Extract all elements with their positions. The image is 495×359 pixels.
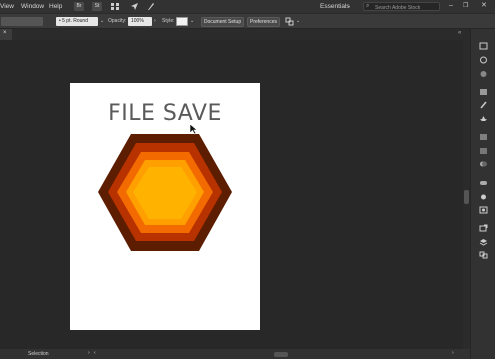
bridge-button[interactable]: Br — [74, 2, 84, 11]
preferences-button[interactable]: Preferences — [247, 17, 280, 27]
document-tab-bar: × « — [0, 29, 470, 40]
image-trace-icon[interactable] — [479, 206, 488, 214]
appearance-icon[interactable] — [479, 179, 488, 187]
minimize-icon[interactable]: – — [449, 2, 453, 9]
stroke-profile-value: 5 pt. Round — [62, 18, 88, 24]
right-panel-dock — [470, 29, 495, 359]
chevron-right-icon[interactable]: › — [88, 350, 90, 356]
chevron-down-icon[interactable]: ⌄ — [100, 18, 104, 24]
send-icon[interactable] — [130, 2, 139, 13]
menu-bar: View Window Help Br St Essentials ⌄ ⌕ Se… — [0, 0, 495, 13]
canvas-area[interactable]: FILE SAVE — [0, 40, 470, 349]
scrollbar-thumb[interactable] — [464, 190, 469, 204]
document-tab[interactable]: × — [0, 29, 12, 40]
scroll-right-icon[interactable]: › — [452, 350, 454, 356]
document-setup-button[interactable]: Document Setup — [201, 17, 244, 27]
properties-icon[interactable] — [479, 42, 488, 50]
stock-search-input[interactable]: ⌕ Search Adobe Stock — [363, 2, 440, 11]
color-icon[interactable] — [479, 56, 488, 64]
workspace-grid-icon[interactable] — [110, 2, 120, 11]
opacity-label[interactable]: Opacity: — [108, 18, 126, 24]
export-icon[interactable] — [479, 224, 488, 232]
vertical-scrollbar[interactable] — [463, 40, 470, 349]
brush-icon[interactable] — [146, 2, 155, 13]
collapse-panel-icon[interactable]: « — [458, 30, 461, 36]
opacity-input[interactable]: 100% — [128, 17, 152, 26]
style-label: Style: — [162, 18, 175, 24]
menu-window[interactable]: Window — [21, 3, 44, 10]
chevron-right-icon[interactable]: › — [154, 18, 156, 24]
stroke-icon[interactable] — [479, 133, 488, 141]
search-placeholder: Search Adobe Stock — [375, 4, 421, 11]
layers-icon[interactable] — [479, 238, 488, 246]
brushes-icon[interactable] — [479, 101, 488, 109]
current-tool-status[interactable]: Selection — [28, 351, 49, 357]
menu-view[interactable]: View — [0, 3, 14, 10]
transparency-icon[interactable] — [479, 160, 488, 168]
chevron-down-icon[interactable]: ⌄ — [190, 18, 194, 24]
stroke-profile-select[interactable]: • 5 pt. Round — [56, 17, 98, 26]
chevron-down-icon[interactable]: ⌄ — [296, 18, 300, 24]
search-icon: ⌕ — [366, 3, 370, 9]
fill-stroke-swatch[interactable] — [1, 17, 43, 26]
chevron-down-icon: ⌄ — [347, 3, 352, 9]
artboard[interactable]: FILE SAVE — [70, 83, 260, 330]
close-icon[interactable]: ✕ — [481, 1, 487, 9]
style-swatch[interactable] — [176, 17, 188, 26]
arrange-icon[interactable] — [285, 17, 294, 28]
restore-icon[interactable]: ❐ — [463, 2, 468, 9]
artboards-icon[interactable] — [479, 251, 488, 259]
horizontal-scrollbar-thumb[interactable] — [274, 352, 288, 357]
gradient-icon[interactable] — [479, 147, 488, 155]
stock-button[interactable]: St — [92, 2, 102, 11]
symbols-icon[interactable] — [479, 115, 488, 123]
workspace-switcher[interactable]: Essentials — [320, 3, 350, 10]
chevron-left-icon[interactable]: ‹ — [94, 350, 96, 356]
control-bar: • 5 pt. Round ⌄ Opacity: 100% › Style: ⌄… — [0, 13, 495, 29]
hexagon-graphic[interactable] — [97, 133, 233, 253]
mouse-cursor-icon — [189, 123, 198, 135]
menu-help[interactable]: Help — [49, 3, 62, 10]
graphic-styles-icon[interactable] — [479, 193, 488, 201]
artboard-title[interactable]: FILE SAVE — [70, 101, 260, 126]
color-guide-icon[interactable] — [479, 70, 488, 78]
tab-close-icon[interactable]: × — [3, 30, 7, 36]
status-bar: Selection › ‹ › — [0, 349, 470, 359]
swatches-icon[interactable] — [479, 88, 488, 96]
